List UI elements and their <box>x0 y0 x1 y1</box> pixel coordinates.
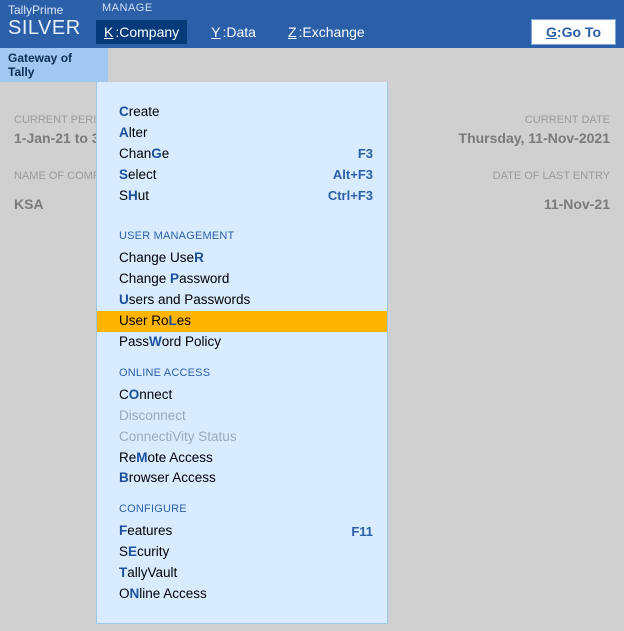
menu-item-features[interactable]: FeaturesF11 <box>97 521 387 542</box>
menu-item-security[interactable]: SEcurity <box>97 542 387 563</box>
menu-item-label: TallyVault <box>119 564 373 583</box>
last-entry-value: 11-Nov-21 <box>544 196 610 212</box>
menu-item-label: Users and Passwords <box>119 291 373 310</box>
menu-item-label: ReMote Access <box>119 449 373 468</box>
goto-button[interactable]: G:Go To <box>531 19 616 45</box>
menu-item-tallyvault[interactable]: TallyVault <box>97 563 387 584</box>
menu-item-label: Browser Access <box>119 469 373 488</box>
menu-item-label: Disconnect <box>119 407 373 426</box>
manage-label: MANAGE <box>96 0 624 16</box>
menu-item-label: Create <box>119 103 373 122</box>
menu-item-create[interactable]: Create <box>97 102 387 123</box>
menu-item-label: ConnectiVity Status <box>119 428 373 447</box>
menu-group-title: CONFIGURE <box>97 499 387 521</box>
menu-item-label: ONline Access <box>119 585 373 604</box>
menu-item-label: Features <box>119 522 351 541</box>
current-date-value: Thursday, 11-Nov-2021 <box>459 130 610 146</box>
menu-item-label: PassWord Policy <box>119 333 373 352</box>
nav-data[interactable]: Y:Data <box>203 20 264 44</box>
menu-item-shortcut: F3 <box>358 145 373 163</box>
menu-item-user-roles[interactable]: User RoLes <box>97 311 387 332</box>
menu-item-label: Change Password <box>119 270 373 289</box>
menu-item-label: Change UseR <box>119 249 373 268</box>
menu-group-title: USER MANAGEMENT <box>97 226 387 248</box>
menu-item-label: SHut <box>119 187 328 206</box>
menu-item-label: User RoLes <box>119 312 373 331</box>
menu-item-shortcut: F11 <box>351 523 373 541</box>
menu-item-change-password[interactable]: Change Password <box>97 269 387 290</box>
menu-item-password-policy[interactable]: PassWord Policy <box>97 332 387 353</box>
menu-item-label: COnnect <box>119 386 373 405</box>
company-menu-panel: CreateAlterChanGeF3SelectAlt+F3SHutCtrl+… <box>96 82 388 624</box>
nav-company[interactable]: K:Company <box>96 20 187 44</box>
menu-item-users-and-passwords[interactable]: Users and Passwords <box>97 290 387 311</box>
brand-block: TallyPrime SILVER <box>0 0 96 48</box>
menu-item-change[interactable]: ChanGeF3 <box>97 144 387 165</box>
company-name-value: KSA <box>14 196 44 212</box>
menu-group-title: ONLINE ACCESS <box>97 363 387 385</box>
menu-item-online-access[interactable]: ONline Access <box>97 584 387 605</box>
company-name-label: NAME OF COMP <box>14 170 100 182</box>
menu-item-label: Select <box>119 166 333 185</box>
menu-item-label: SEcurity <box>119 543 373 562</box>
menu-item-connect[interactable]: COnnect <box>97 385 387 406</box>
menu-item-label: ChanGe <box>119 145 358 164</box>
menu-item-shortcut: Alt+F3 <box>333 166 373 184</box>
menu-item-connectivity-status: ConnectiVity Status <box>97 427 387 448</box>
top-nav: K:Company Y:Data Z:Exchange G:Go To <box>96 16 624 48</box>
menu-item-select[interactable]: SelectAlt+F3 <box>97 165 387 186</box>
nav-exchange[interactable]: Z:Exchange <box>280 20 373 44</box>
brand-main: SILVER <box>8 17 88 39</box>
content-area: CURRENT PERI CURRENT DATE 1-Jan-21 to 31… <box>0 82 624 631</box>
menu-item-shut[interactable]: SHutCtrl+F3 <box>97 186 387 207</box>
current-period-value: 1-Jan-21 to 31 <box>14 130 107 146</box>
menu-item-label: Alter <box>119 124 373 143</box>
menu-item-shortcut: Ctrl+F3 <box>328 187 373 205</box>
current-date-label: CURRENT DATE <box>525 114 610 126</box>
header-right: MANAGE K:Company Y:Data Z:Exchange G:Go … <box>96 0 624 48</box>
menu-item-remote-access[interactable]: ReMote Access <box>97 448 387 469</box>
menu-item-change-user[interactable]: Change UseR <box>97 248 387 269</box>
menu-item-disconnect: Disconnect <box>97 406 387 427</box>
menu-item-browser-access[interactable]: Browser Access <box>97 468 387 489</box>
menu-item-alter[interactable]: Alter <box>97 123 387 144</box>
subheader: Gateway of Tally <box>0 48 108 82</box>
app-header: TallyPrime SILVER MANAGE K:Company Y:Dat… <box>0 0 624 48</box>
last-entry-label: DATE OF LAST ENTRY <box>493 170 610 182</box>
current-period-label: CURRENT PERI <box>14 114 96 126</box>
brand-top: TallyPrime <box>8 4 88 17</box>
